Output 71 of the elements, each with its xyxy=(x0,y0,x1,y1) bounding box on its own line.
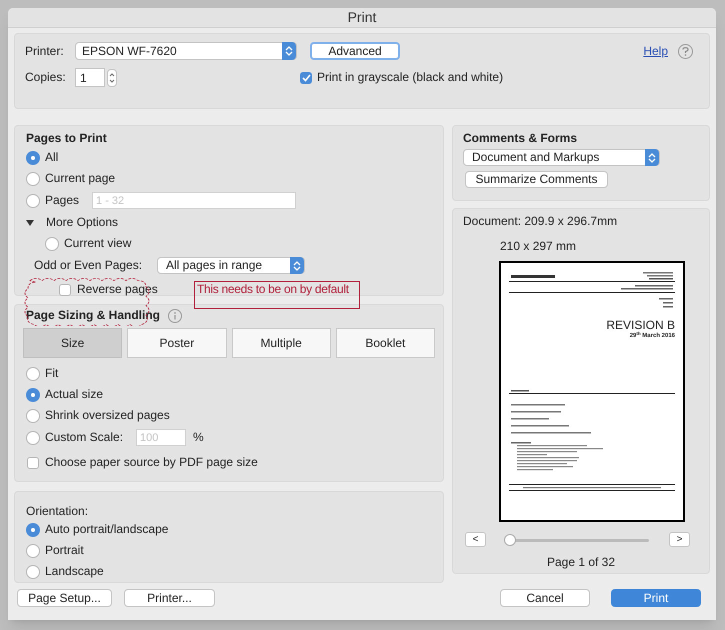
paper-size-label: 210 x 297 mm xyxy=(500,239,578,254)
option-label: Auto portrait/landscape xyxy=(45,522,168,537)
annotation-text: This needs to be on by default xyxy=(197,282,349,296)
reverse-pages-label: Reverse pages xyxy=(77,282,158,297)
radio-button[interactable] xyxy=(26,150,40,164)
option-label: Pages xyxy=(45,193,80,208)
odd-even-dropdown[interactable]: All pages in range xyxy=(157,257,305,274)
page-number-label: Page 1 of 32 xyxy=(546,555,616,570)
option-label: Current view xyxy=(64,236,132,251)
copies-label: Copies: xyxy=(25,70,67,85)
printer-label: Printer: xyxy=(25,44,65,58)
section-title: Pages to Print xyxy=(26,131,108,146)
info-icon[interactable] xyxy=(168,308,182,322)
copies-field[interactable]: 1 xyxy=(75,68,105,87)
disclosure-triangle-icon[interactable] xyxy=(26,218,34,226)
grayscale-checkbox[interactable] xyxy=(300,72,312,84)
option-label: Fit xyxy=(45,366,58,381)
option-label: Landscape xyxy=(45,564,104,579)
radio-button[interactable] xyxy=(26,172,40,186)
paper-source-label: Choose paper source by PDF page size xyxy=(45,455,258,470)
option-label: Custom Scale: xyxy=(45,430,124,445)
advanced-button[interactable]: Advanced xyxy=(310,42,400,60)
odd-even-label: Odd or Even Pages: xyxy=(34,258,144,273)
tab[interactable]: Booklet xyxy=(336,328,435,358)
tab[interactable]: Size xyxy=(23,328,122,358)
radio-button[interactable] xyxy=(26,564,40,578)
dropdown-arrows-icon xyxy=(645,149,659,166)
dropdown-arrows-icon xyxy=(282,42,296,60)
help-link[interactable]: Help xyxy=(643,44,668,58)
percent-label: % xyxy=(193,430,204,445)
dropdown-arrows-icon xyxy=(290,257,304,274)
radio-button[interactable] xyxy=(26,522,40,536)
page-setup-button[interactable]: Page Setup... xyxy=(17,589,112,607)
section-title: Orientation: xyxy=(26,504,90,519)
slider-thumb[interactable] xyxy=(504,534,516,546)
more-options-label: More Options xyxy=(46,215,118,230)
previous-page-button[interactable]: < xyxy=(465,532,486,547)
option-label: Shrink oversized pages xyxy=(45,408,170,423)
grayscale-label: Print in grayscale (black and white) xyxy=(317,70,504,85)
option-label: All xyxy=(45,150,58,165)
page-range-field[interactable]: 1 - 32 xyxy=(92,192,296,209)
option-label: Portrait xyxy=(45,543,84,558)
radio-button[interactable] xyxy=(26,430,40,444)
radio-button[interactable] xyxy=(26,366,40,380)
printer-dropdown[interactable]: EPSON WF-7620 xyxy=(75,42,297,60)
next-page-button[interactable]: > xyxy=(669,532,690,547)
comments-dropdown[interactable]: Document and Markups xyxy=(463,149,660,166)
window-title: Print xyxy=(8,8,716,28)
help-icon[interactable] xyxy=(678,44,693,58)
option-label: Actual size xyxy=(45,387,104,402)
page-heading: REVISION B xyxy=(606,319,675,332)
page-slider[interactable] xyxy=(504,534,649,546)
radio-button[interactable] xyxy=(26,408,40,422)
option-label: Current page xyxy=(45,171,116,186)
paper-source-checkbox[interactable] xyxy=(27,456,39,468)
summarize-comments-button[interactable]: Summarize Comments xyxy=(465,171,608,188)
document-size-label: Document: 209.9 x 296.7mm xyxy=(463,214,618,229)
print-button[interactable]: Print xyxy=(611,589,701,607)
radio-button[interactable] xyxy=(26,194,40,208)
section-title: Page Sizing & Handling xyxy=(26,308,160,323)
reverse-pages-checkbox[interactable] xyxy=(59,284,71,296)
tab[interactable]: Multiple xyxy=(232,328,331,358)
stepper-icon[interactable] xyxy=(107,68,117,86)
tab[interactable]: Poster xyxy=(127,328,226,358)
scale-field[interactable]: 100 xyxy=(136,429,186,446)
radio-button[interactable] xyxy=(45,236,59,250)
radio-button[interactable] xyxy=(26,388,40,402)
printer-button[interactable]: Printer... xyxy=(124,589,215,607)
radio-button[interactable] xyxy=(26,544,40,558)
section-title: Comments & Forms xyxy=(463,131,578,146)
cancel-button[interactable]: Cancel xyxy=(500,589,590,607)
